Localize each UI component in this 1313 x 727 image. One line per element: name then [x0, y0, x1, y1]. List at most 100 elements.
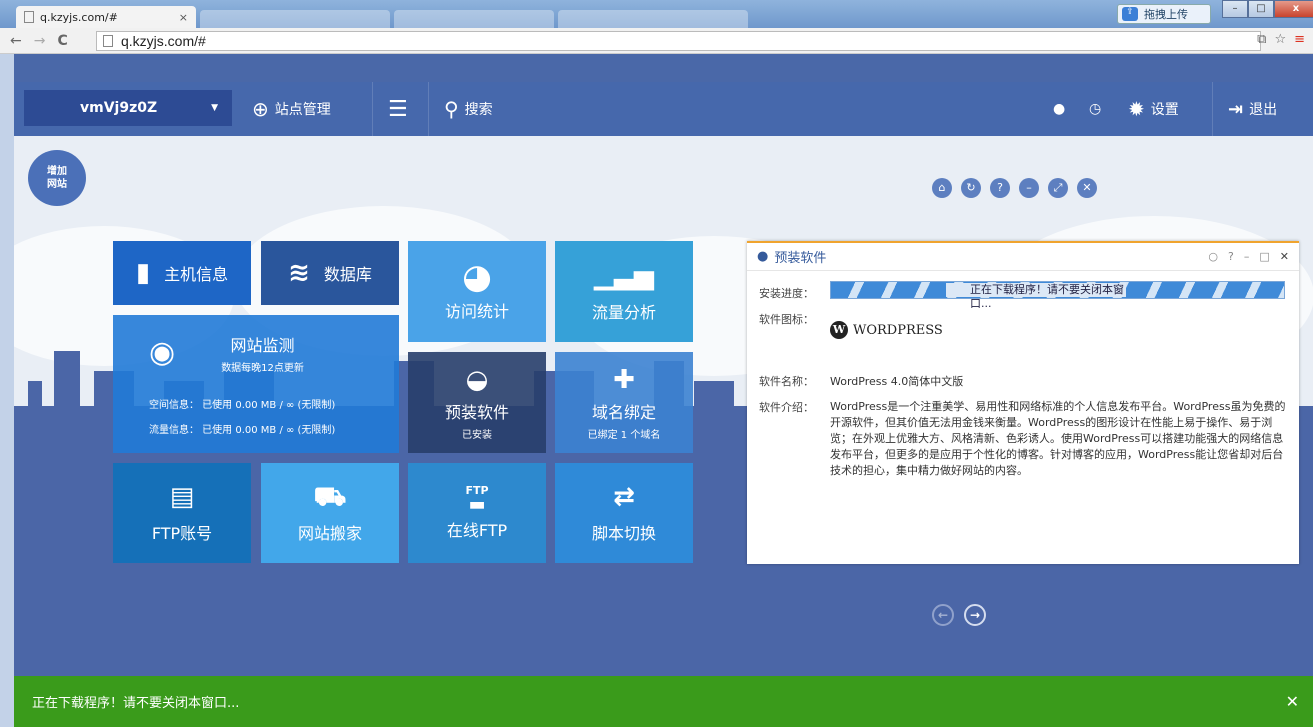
list-menu-button[interactable]: ☰ [388, 82, 408, 136]
forward-icon[interactable]: → [34, 33, 46, 49]
minimize-icon[interactable]: – [1244, 250, 1250, 263]
browser-titlebar: q.kzyjs.com/# × ⇪ 拖拽上传 – □ x [0, 0, 1313, 28]
chat-icon: ● [1053, 101, 1066, 117]
extension-icon[interactable]: ⧉ [1257, 32, 1266, 47]
blurred-tab[interactable] [394, 10, 554, 28]
settings-button[interactable]: ✹ 设置 [1128, 82, 1179, 136]
search-button[interactable]: ⚲ 搜索 [444, 82, 493, 136]
reload-icon[interactable]: C [57, 33, 67, 49]
host-info-tile[interactable]: ▮ 主机信息 [113, 241, 251, 305]
window-controls: ⌂ ↻ ? – ⤢ ✕ [932, 178, 1097, 198]
site-manage-label: 站点管理 [274, 102, 331, 118]
blurred-tab[interactable] [200, 10, 390, 28]
add-site-button[interactable]: 增加 网站 [28, 150, 86, 206]
site-manage-button[interactable]: ⊕ 站点管理 [252, 82, 331, 136]
minimize-button[interactable]: – [1222, 0, 1248, 18]
site-migrate-tile[interactable]: ⛟ 网站搬家 [261, 463, 399, 563]
logout-label: 退出 [1249, 102, 1278, 118]
script-switch-tile[interactable]: ⇄ 脚本切换 [555, 463, 693, 563]
domain-tile[interactable]: ✚ 域名绑定 已绑定 1 个域名 [555, 352, 693, 453]
monitor-sub: 数据每晚12点更新 [221, 363, 304, 374]
bar-chart-icon: ▁▃▅ [594, 260, 654, 291]
close-icon[interactable]: ✕ [1280, 250, 1289, 263]
online-ftp-tile[interactable]: FTP ▬ 在线FTP [408, 463, 546, 563]
minus-icon[interactable]: – [1019, 178, 1039, 198]
gear-icon: ✹ [1128, 97, 1145, 121]
settings-label: 设置 [1150, 102, 1179, 118]
globe-icon: ⊕ [252, 97, 269, 121]
logout-button[interactable]: ⇥ 退出 [1228, 82, 1277, 136]
search-label: 搜索 [464, 102, 493, 118]
icon-label: 软件图标： [759, 313, 814, 326]
status-message: 正在下载程序！请不要关闭本窗口... [32, 696, 240, 711]
window-close-button[interactable]: x [1274, 0, 1313, 18]
chat-button[interactable]: ● [1053, 82, 1065, 136]
upload-label: 拖拽上传 [1144, 8, 1188, 21]
ftp-account-tile[interactable]: ▤ FTP账号 [113, 463, 251, 563]
logout-icon: ⇥ [1228, 98, 1244, 120]
next-arrow-icon[interactable]: → [964, 604, 986, 626]
tab-close-icon[interactable]: × [179, 11, 188, 24]
wordpress-logo: W WORDPRESS [830, 321, 943, 339]
blurred-tab[interactable] [558, 10, 748, 28]
chevron-down-icon: ▼ [211, 103, 218, 113]
domain-add-icon: ✚ [613, 364, 635, 395]
preinstall-window: ● 预装软件 ○ ? – □ ✕ 安装进度： 正在下载程序！请不要关闭本窗口..… [747, 241, 1299, 564]
refresh-icon[interactable]: ○ [1208, 250, 1218, 263]
menu-icon[interactable]: ≡ [1294, 32, 1305, 47]
add-site-label: 增加 网站 [47, 166, 67, 190]
left-edge [0, 54, 14, 727]
drag-upload-button[interactable]: ⇪ 拖拽上传 [1117, 4, 1211, 24]
software-name: WordPress 4.0简体中文版 [830, 375, 964, 388]
status-close-button[interactable]: ✕ [1286, 692, 1299, 711]
software-description: WordPress是一个注重美学、易用性和网络标准的个人信息发布平台。WordP… [830, 400, 1286, 477]
database-icon: ≋ [288, 258, 310, 288]
site-selector[interactable]: vmVj9z0Z ▼ [24, 90, 232, 126]
database-tile[interactable]: ≋ 数据库 [261, 241, 399, 305]
name-label: 软件名称： [759, 375, 814, 388]
switch-arrows-icon: ⇄ [613, 482, 635, 512]
browser-tab[interactable]: q.kzyjs.com/# × [16, 6, 196, 28]
migrate-label: 网站搬家 [297, 524, 362, 543]
back-icon[interactable]: ← [10, 33, 22, 49]
site-name: vmVj9z0Z [80, 100, 158, 116]
globe-icon: ● [757, 249, 769, 264]
database-label: 数据库 [323, 265, 372, 284]
star-icon[interactable]: ☆ [1274, 32, 1286, 47]
traffic-tile[interactable]: ▁▃▅ 流量分析 [555, 241, 693, 342]
history-button[interactable]: ◷ [1089, 82, 1101, 136]
help-icon[interactable]: ? [1228, 250, 1234, 263]
url-input[interactable]: q.kzyjs.com/# [96, 31, 1261, 51]
fullscreen-icon[interactable]: ⤢ [1048, 178, 1068, 198]
host-info-label: 主机信息 [164, 265, 229, 284]
wordpress-wordmark: WORDPRESS [853, 322, 943, 338]
panel-title: 预装软件 [774, 251, 827, 266]
contact-card-icon: ▤ [169, 482, 195, 512]
preinstall-tile[interactable]: ◒ 预装软件 已安装 [408, 352, 546, 453]
visit-stats-label: 访问统计 [444, 301, 509, 321]
script-switch-label: 脚本切换 [591, 524, 656, 543]
maximize-icon[interactable]: □ [1259, 250, 1269, 263]
domain-label: 域名绑定 [591, 402, 656, 422]
help-icon[interactable]: ? [990, 178, 1010, 198]
preinstall-label: 预装软件 [444, 402, 509, 422]
close-icon[interactable]: ✕ [1077, 178, 1097, 198]
clock-icon: ◷ [1089, 101, 1102, 117]
progress-text: 正在下载程序！请不要关闭本窗口... [946, 283, 1126, 310]
traffic-label: 流量分析 [591, 302, 656, 322]
wordpress-icon: W [830, 321, 848, 339]
server-icon: ▮ [135, 258, 151, 288]
maximize-button[interactable]: □ [1248, 0, 1274, 18]
refresh-icon[interactable]: ↻ [961, 178, 981, 198]
list-icon: ☰ [388, 96, 408, 122]
home-icon[interactable]: ⌂ [932, 178, 952, 198]
url-text: q.kzyjs.com/# [121, 33, 206, 49]
page-navigation: ← → [932, 604, 986, 626]
progress-label: 安装进度： [759, 287, 814, 300]
tab-title: q.kzyjs.com/# [40, 10, 118, 24]
monitor-label: 网站监测 [230, 336, 295, 355]
prev-arrow-icon[interactable]: ← [932, 604, 954, 626]
visit-stats-tile[interactable]: ◕ 访问统计 [408, 241, 546, 342]
site-monitor-tile[interactable]: ◉ 网站监测 数据每晚12点更新 空间信息： 已使用 0.00 MB / ∞ (… [113, 315, 399, 453]
truck-icon: ⛟ [313, 482, 347, 512]
